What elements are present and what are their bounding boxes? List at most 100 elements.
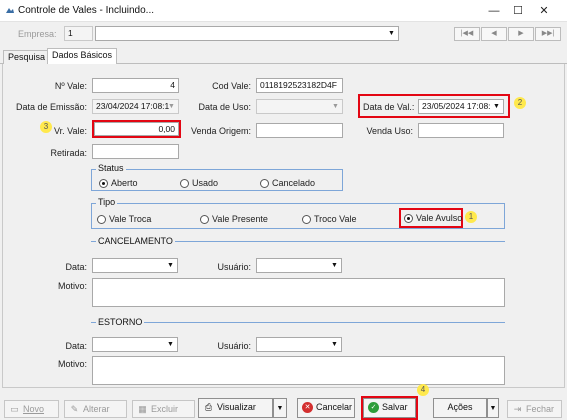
- venda-uso-label: Venda Uso:: [366, 126, 413, 136]
- check-icon: ✓: [368, 402, 379, 413]
- estorno-separator: [91, 322, 505, 323]
- visualizar-label: Visualizar: [217, 402, 256, 412]
- tipo-radio-vale-avulso[interactable]: [404, 214, 413, 223]
- venda-origem-label: Venda Origem:: [190, 126, 251, 136]
- estorno-usuario-select[interactable]: ▼: [256, 337, 342, 352]
- chevron-down-icon: ▼: [331, 341, 338, 348]
- uso-field[interactable]: ▼: [256, 99, 343, 114]
- cancelamento-title: CANCELAMENTO: [96, 236, 175, 246]
- estorno-title: ESTORNO: [96, 317, 145, 327]
- codvale-field[interactable]: 0118192523182D4F: [256, 78, 343, 93]
- vrvale-field[interactable]: 0,00: [94, 122, 179, 136]
- excluir-button[interactable]: ▦ Excluir: [132, 400, 195, 418]
- close-button[interactable]: ✕: [536, 3, 552, 19]
- tipo-label-vale-presente: Vale Presente: [212, 214, 268, 224]
- chevron-down-icon: ▼: [493, 103, 500, 110]
- callout-1: 1: [465, 211, 477, 223]
- nvale-field[interactable]: 4: [92, 78, 179, 93]
- estorno-data-label: Data:: [65, 341, 87, 351]
- visualizar-dropdown-button[interactable]: ▼: [273, 398, 287, 418]
- chevron-down-icon: ▼: [276, 405, 284, 412]
- emissao-label: Data de Emissão:: [15, 102, 87, 112]
- chevron-down-icon: ▼: [489, 405, 497, 412]
- salvar-button[interactable]: ✓ Salvar: [363, 398, 416, 418]
- validade-label: Data de Val.:: [363, 102, 415, 112]
- status-radio-aberto[interactable]: [99, 179, 108, 188]
- venda-uso-field[interactable]: [418, 123, 504, 138]
- codvale-label: Cod Vale:: [212, 81, 251, 91]
- visualizar-button[interactable]: ⎙ Visualizar: [198, 398, 273, 418]
- tipo-label-vale-avulso: Vale Avulso: [416, 213, 463, 223]
- cancelamento-motivo-field[interactable]: [92, 278, 505, 307]
- prev-record-button[interactable]: ◀: [481, 27, 507, 41]
- callout-2: 2: [514, 97, 526, 109]
- salvar-label: Salvar: [382, 402, 408, 412]
- chevron-down-icon: ▼: [167, 262, 174, 269]
- acoes-dropdown-button[interactable]: ▼: [487, 398, 499, 418]
- novo-label: Novo: [23, 404, 45, 414]
- cancelamento-usuario-select[interactable]: ▼: [256, 258, 342, 273]
- callout-4: 4: [417, 384, 429, 396]
- minimize-button[interactable]: —: [486, 3, 502, 19]
- empresa-code-field[interactable]: 1: [64, 26, 93, 41]
- cancelar-label: Cancelar: [316, 402, 353, 412]
- emissao-field[interactable]: 23/04/2024 17:08:1 ▼: [92, 99, 179, 114]
- validade-value: 23/05/2024 17:08:: [422, 101, 491, 111]
- fechar-button[interactable]: ⇥ Fechar: [507, 400, 562, 418]
- novo-button[interactable]: ▭ Novo: [4, 400, 59, 418]
- estorno-data-field[interactable]: ▼: [92, 337, 178, 352]
- status-radio-usado[interactable]: [180, 179, 189, 188]
- cancelar-button[interactable]: ✕ Cancelar: [297, 398, 355, 418]
- chevron-down-icon: ▼: [167, 341, 174, 348]
- next-record-button[interactable]: ▶: [508, 27, 534, 41]
- cancelamento-data-field[interactable]: ▼: [92, 258, 178, 273]
- tipo-radio-vale-troca[interactable]: [97, 215, 106, 224]
- edit-icon: ✎: [70, 404, 79, 414]
- status-label-usado: Usado: [192, 178, 219, 188]
- acoes-button[interactable]: Ações: [433, 398, 487, 418]
- last-record-button[interactable]: ▶▶|: [535, 27, 561, 41]
- emissao-value: 23/04/2024 17:08:1: [96, 101, 170, 111]
- cancel-icon: ✕: [302, 402, 313, 413]
- venda-origem-field[interactable]: [256, 123, 343, 138]
- status-label-cancelado: Cancelado: [272, 178, 316, 188]
- alterar-label: Alterar: [83, 404, 110, 414]
- retirada-label: Retirada:: [50, 148, 87, 158]
- empresa-name-select[interactable]: ▼: [95, 26, 399, 41]
- vrvale-label: Vr. Vale:: [53, 126, 87, 136]
- app-icon: [5, 6, 15, 14]
- window-title: Controle de Vales - Incluindo...: [18, 5, 155, 16]
- printer-icon: ⎙: [204, 402, 213, 412]
- cancelamento-usuario-label: Usuário:: [217, 262, 251, 272]
- uso-label: Data de Uso:: [198, 102, 251, 112]
- callout-3: 3: [40, 121, 52, 133]
- chevron-down-icon: ▼: [168, 103, 175, 110]
- cancelamento-data-label: Data:: [65, 262, 87, 272]
- chevron-down-icon: ▼: [332, 103, 339, 110]
- maximize-button[interactable]: ☐: [510, 3, 526, 19]
- chevron-down-icon: ▼: [388, 30, 395, 37]
- tipo-title: Tipo: [96, 197, 118, 207]
- status-label-aberto: Aberto: [111, 178, 138, 188]
- acoes-label: Ações: [447, 402, 473, 412]
- retirada-field[interactable]: [92, 144, 179, 159]
- first-record-button[interactable]: |◀◀: [454, 27, 480, 41]
- new-document-icon: ▭: [10, 404, 19, 414]
- estorno-usuario-label: Usuário:: [217, 341, 251, 351]
- fechar-label: Fechar: [526, 404, 555, 414]
- tab-dados-basicos[interactable]: Dados Básicos: [47, 48, 118, 65]
- estorno-motivo-label: Motivo:: [57, 359, 87, 369]
- tipo-label-vale-troca: Vale Troca: [109, 214, 152, 224]
- alterar-button[interactable]: ✎ Alterar: [64, 400, 127, 418]
- close-door-icon: ⇥: [513, 404, 522, 414]
- estorno-motivo-field[interactable]: [92, 356, 505, 385]
- nvale-label: Nº Vale:: [54, 81, 87, 91]
- empresa-bar: Empresa: 1 ▼ |◀◀ ◀ ▶ ▶▶|: [0, 22, 567, 46]
- status-radio-cancelado[interactable]: [260, 179, 269, 188]
- tipo-radio-vale-presente[interactable]: [200, 215, 209, 224]
- empresa-label: Empresa:: [18, 29, 57, 39]
- tab-pesquisa[interactable]: Pesquisa: [3, 50, 51, 64]
- tipo-radio-troco-vale[interactable]: [302, 215, 311, 224]
- excluir-label: Excluir: [151, 404, 179, 414]
- validade-field[interactable]: 23/05/2024 17:08: ▼: [418, 99, 504, 114]
